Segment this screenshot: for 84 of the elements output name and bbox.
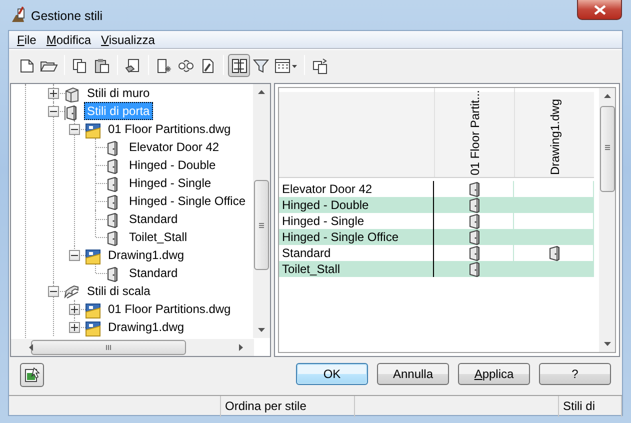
scroll-down-icon[interactable] [258,328,265,332]
grip-icon [259,223,264,228]
app-icon [10,6,26,24]
tree-item[interactable]: Stili di scala [84,282,154,300]
tree-item[interactable]: Standard [126,210,181,228]
plus-icon [71,306,78,313]
menu-item[interactable]: Visualizza [97,31,161,48]
door-icon [548,246,560,260]
tree-item[interactable]: Elevator Door 42 [126,138,222,156]
row-label: Toilet_Stall [279,261,434,277]
toolbar-button[interactable] [228,54,250,77]
new-document-icon [19,58,35,74]
plus-icon [71,324,78,331]
door-icon [468,182,480,196]
minus-icon [50,288,57,295]
tree-item[interactable]: 01 Floor Partitions.dwg [105,300,234,318]
expand-button[interactable] [48,88,59,99]
stairs-icon [64,284,80,301]
menu-item[interactable]: File [13,31,42,48]
plus-icon [50,90,57,97]
tree-item[interactable]: Toilet_Stall [126,228,190,246]
drawing-file-icon [85,320,101,337]
tree-item[interactable]: Standard [126,264,181,282]
expand-button[interactable] [69,322,80,333]
view-menu-icon [274,58,298,74]
row-label: Hinged - Double [279,197,434,213]
collapse-button[interactable] [69,250,80,261]
scroll-left-icon[interactable] [29,344,33,351]
scroll-right-icon[interactable] [239,344,243,351]
collapse-button[interactable] [48,106,59,117]
synchronize-icon [312,58,328,74]
tree-item[interactable]: 01 Floor Partitions.dwg [105,120,234,138]
door-icon [468,230,480,244]
tree-item[interactable]: Drawing1.dwg [105,318,188,336]
menu-item[interactable]: Modifica [42,31,98,48]
grip-icon [106,345,111,350]
door-icon [468,246,480,260]
side-by-side-icon [231,58,247,74]
tree-item[interactable]: Stili di muro [84,84,153,102]
edit-document-icon [200,58,216,74]
scroll-down-icon[interactable] [604,342,611,346]
tree-item[interactable]: Drawing1.dwg [105,246,188,264]
minus-icon [71,252,78,259]
tree-item[interactable]: Hinged - Single [126,174,214,192]
copy-icon [72,58,88,74]
column-header[interactable]: 01 Floor Partit... [468,90,482,175]
column-header[interactable]: Drawing1.dwg [548,98,562,175]
tree-item[interactable]: Hinged - Single Office [126,192,249,210]
status-text: Ordina per stile [225,399,306,413]
vertical-scrollbar[interactable] [598,88,615,352]
minus-icon [50,108,57,115]
vertical-scrollbar[interactable] [253,84,270,338]
wall-block-icon [64,86,80,103]
collapse-button[interactable] [48,286,59,297]
dialog-button[interactable]: OK [296,363,368,385]
expand-button[interactable] [69,304,80,315]
document-broom-icon [125,58,141,74]
paste-icon [94,58,110,74]
door-icon [468,198,480,212]
grip-icon [604,145,610,150]
minus-icon [71,126,78,133]
drawing-file-icon [85,302,101,319]
horizontal-scrollbar[interactable] [11,339,254,356]
status-text: Stili di [563,399,596,413]
scroll-up-icon[interactable] [258,90,265,94]
door-icon [468,214,480,228]
dialog-button[interactable]: ? [539,363,611,385]
toolbar-button[interactable] [20,363,44,387]
window-cursor-icon [24,367,40,383]
dialog-button[interactable]: Annulla [377,363,449,385]
filter-icon [253,58,269,74]
dialog-button[interactable]: Applica [458,363,530,385]
close-icon [594,4,606,14]
window-title: Gestione stili [31,8,103,25]
linked-circles-icon [178,58,194,74]
drawing-file-icon [85,248,101,265]
new-style-icon [156,58,172,74]
door-icon [468,262,480,276]
close-button[interactable] [577,0,622,20]
drawing-file-icon [85,122,101,139]
tree-item[interactable]: Hinged - Double [126,156,219,174]
scroll-up-icon[interactable] [604,94,611,98]
row-label: Hinged - Single Office [279,229,434,245]
collapse-button[interactable] [69,124,80,135]
